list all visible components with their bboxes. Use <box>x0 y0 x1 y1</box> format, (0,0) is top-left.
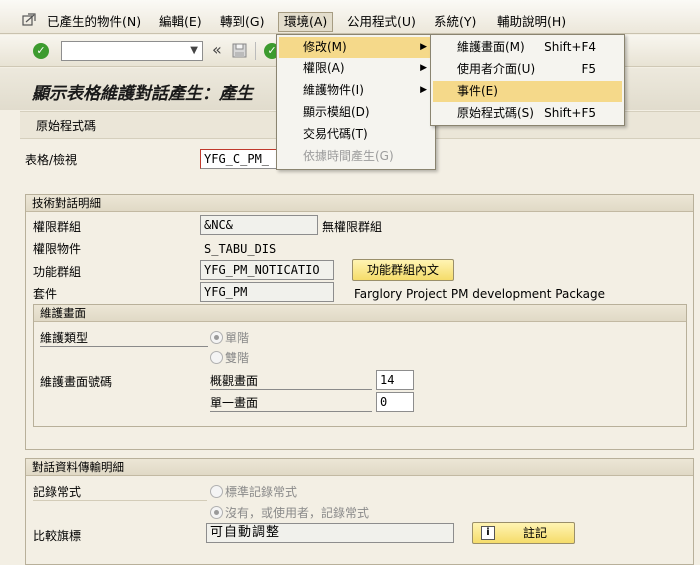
menu-item-display-module[interactable]: 顯示模組(D) <box>279 102 433 123</box>
menu-item-label: 維護物件(I) <box>303 83 364 97</box>
menu-help[interactable]: 輔助說明(H) <box>497 14 566 30</box>
radio-two-label: 雙階 <box>225 351 250 365</box>
save-icon[interactable] <box>232 43 247 58</box>
menu-item-label: 交易代碼(T) <box>303 127 368 141</box>
menu-environment[interactable]: 環境(A) <box>278 12 334 32</box>
screen-number-label: 維護畫面號碼 <box>40 375 113 389</box>
menu-edit[interactable]: 編輯(E) <box>159 14 202 30</box>
enter-check-icon[interactable]: ✓ <box>33 43 49 59</box>
page-title: 顯示表格維護對話產生：產生 <box>32 84 253 104</box>
chevron-down-icon[interactable]: ▼ <box>190 45 198 56</box>
radio-standard-label: 標準記錄常式 <box>225 485 298 499</box>
function-group-text-button[interactable]: 功能群組內文 <box>352 259 454 281</box>
arrow-right-icon: ▶ <box>420 42 427 52</box>
radio-user-label: 沒有，或使用者，記錄常式 <box>225 506 370 520</box>
compare-flag-label: 比較旗標 <box>33 529 82 543</box>
menu-item-shortcut: F5 <box>581 62 596 76</box>
submenu-item-events[interactable]: 事件(E) <box>433 81 622 102</box>
radio-single-level[interactable] <box>210 331 223 344</box>
group-header: 維護畫面 <box>34 305 686 322</box>
arrow-right-icon: ▶ <box>420 63 427 73</box>
auth-object-value: S_TABU_DIS <box>204 242 277 256</box>
recording-routine-label: 記錄常式 <box>33 484 207 501</box>
overview-screen-field[interactable]: 14 <box>376 370 414 390</box>
auth-group-label: 權限群組 <box>33 220 82 234</box>
function-group-label: 功能群組 <box>33 265 82 279</box>
radio-two-level[interactable] <box>210 351 223 364</box>
compare-flag-field[interactable]: 可自動調整 <box>206 523 454 543</box>
menu-item-label: 原始程式碼(S) <box>457 106 534 120</box>
menu-item-modify[interactable]: 修改(M) ▶ <box>279 37 433 58</box>
auth-group-desc: 無權限群組 <box>322 220 383 234</box>
submenu-item-source-code[interactable]: 原始程式碼(S) Shift+F5 <box>433 103 622 124</box>
menu-bar: 已產生的物件(N) 編輯(E) 轉到(G) 環境(A) 公用程式(U) 系統(Y… <box>0 0 700 34</box>
menu-item-shortcut: Shift+F5 <box>544 106 596 120</box>
radio-standard-routine[interactable] <box>210 485 223 498</box>
menu-item-maintain-objects[interactable]: 維護物件(I) ▶ <box>279 80 433 101</box>
package-field[interactable]: YFG_PM <box>200 282 334 302</box>
menu-icon[interactable] <box>22 13 36 27</box>
menu-item-label: 事件(E) <box>457 84 498 98</box>
menu-system[interactable]: 系統(Y) <box>434 14 476 30</box>
menu-item-time-based: 依據時間產生(G) <box>279 146 433 167</box>
group-header: 技術對話明細 <box>26 195 693 212</box>
menu-item-label: 修改(M) <box>303 40 347 54</box>
single-screen-field[interactable]: 0 <box>376 392 414 412</box>
menu-item-label: 顯示模組(D) <box>303 105 370 119</box>
menu-goto[interactable]: 轉到(G) <box>220 14 264 30</box>
menu-item-label: 依據時間產生(G) <box>303 149 394 163</box>
submenu-item-maintenance-screen[interactable]: 維護畫面(M) Shift+F4 <box>433 37 622 58</box>
radio-user-routine[interactable] <box>210 506 223 519</box>
menu-item-label: 權限(A) <box>303 61 345 75</box>
log-button[interactable]: i 註記 <box>472 522 575 544</box>
toolbar-separator <box>255 42 256 60</box>
package-label: 套件 <box>33 287 58 301</box>
back-icon[interactable]: « <box>212 41 222 59</box>
menu-utilities[interactable]: 公用程式(U) <box>347 14 416 30</box>
maintenance-type-label: 維護類型 <box>40 330 208 347</box>
environment-menu: 修改(M) ▶ 權限(A) ▶ 維護物件(I) ▶ 顯示模組(D) 交易代碼(T) 依… <box>276 34 436 170</box>
radio-single-label: 單階 <box>225 331 250 345</box>
table-view-label: 表格/檢視 <box>25 153 78 167</box>
info-icon: i <box>481 526 495 540</box>
arrow-right-icon: ▶ <box>420 85 427 95</box>
log-button-label: 註記 <box>523 526 548 540</box>
auth-object-label: 權限物件 <box>33 242 82 256</box>
menu-item-transaction-code[interactable]: 交易代碼(T) <box>279 124 433 145</box>
modify-submenu: 維護畫面(M) Shift+F4 使用者介面(U) F5 事件(E) 原始程式碼(S… <box>430 34 625 126</box>
menu-generated-objects[interactable]: 已產生的物件(N) <box>47 14 141 30</box>
single-screen-label: 單一畫面 <box>210 395 372 412</box>
menu-item-shortcut: Shift+F4 <box>544 40 596 54</box>
function-group-field[interactable]: YFG_PM_NOTICATIO <box>200 260 334 280</box>
group-header: 對話資料傳輸明細 <box>26 459 693 476</box>
overview-screen-label: 概觀畫面 <box>210 373 372 390</box>
command-field[interactable]: ▼ <box>61 41 203 61</box>
menu-item-label: 維護畫面(M) <box>457 40 525 54</box>
package-desc: Farglory Project PM development Package <box>354 287 606 301</box>
menu-item-authorization[interactable]: 權限(A) ▶ <box>279 58 433 79</box>
auth-group-field[interactable]: &NC& <box>200 215 318 235</box>
submenu-item-user-interface[interactable]: 使用者介面(U) F5 <box>433 59 622 80</box>
menu-item-label: 使用者介面(U) <box>457 62 536 76</box>
source-code-button[interactable]: 原始程式碼 <box>36 118 96 134</box>
